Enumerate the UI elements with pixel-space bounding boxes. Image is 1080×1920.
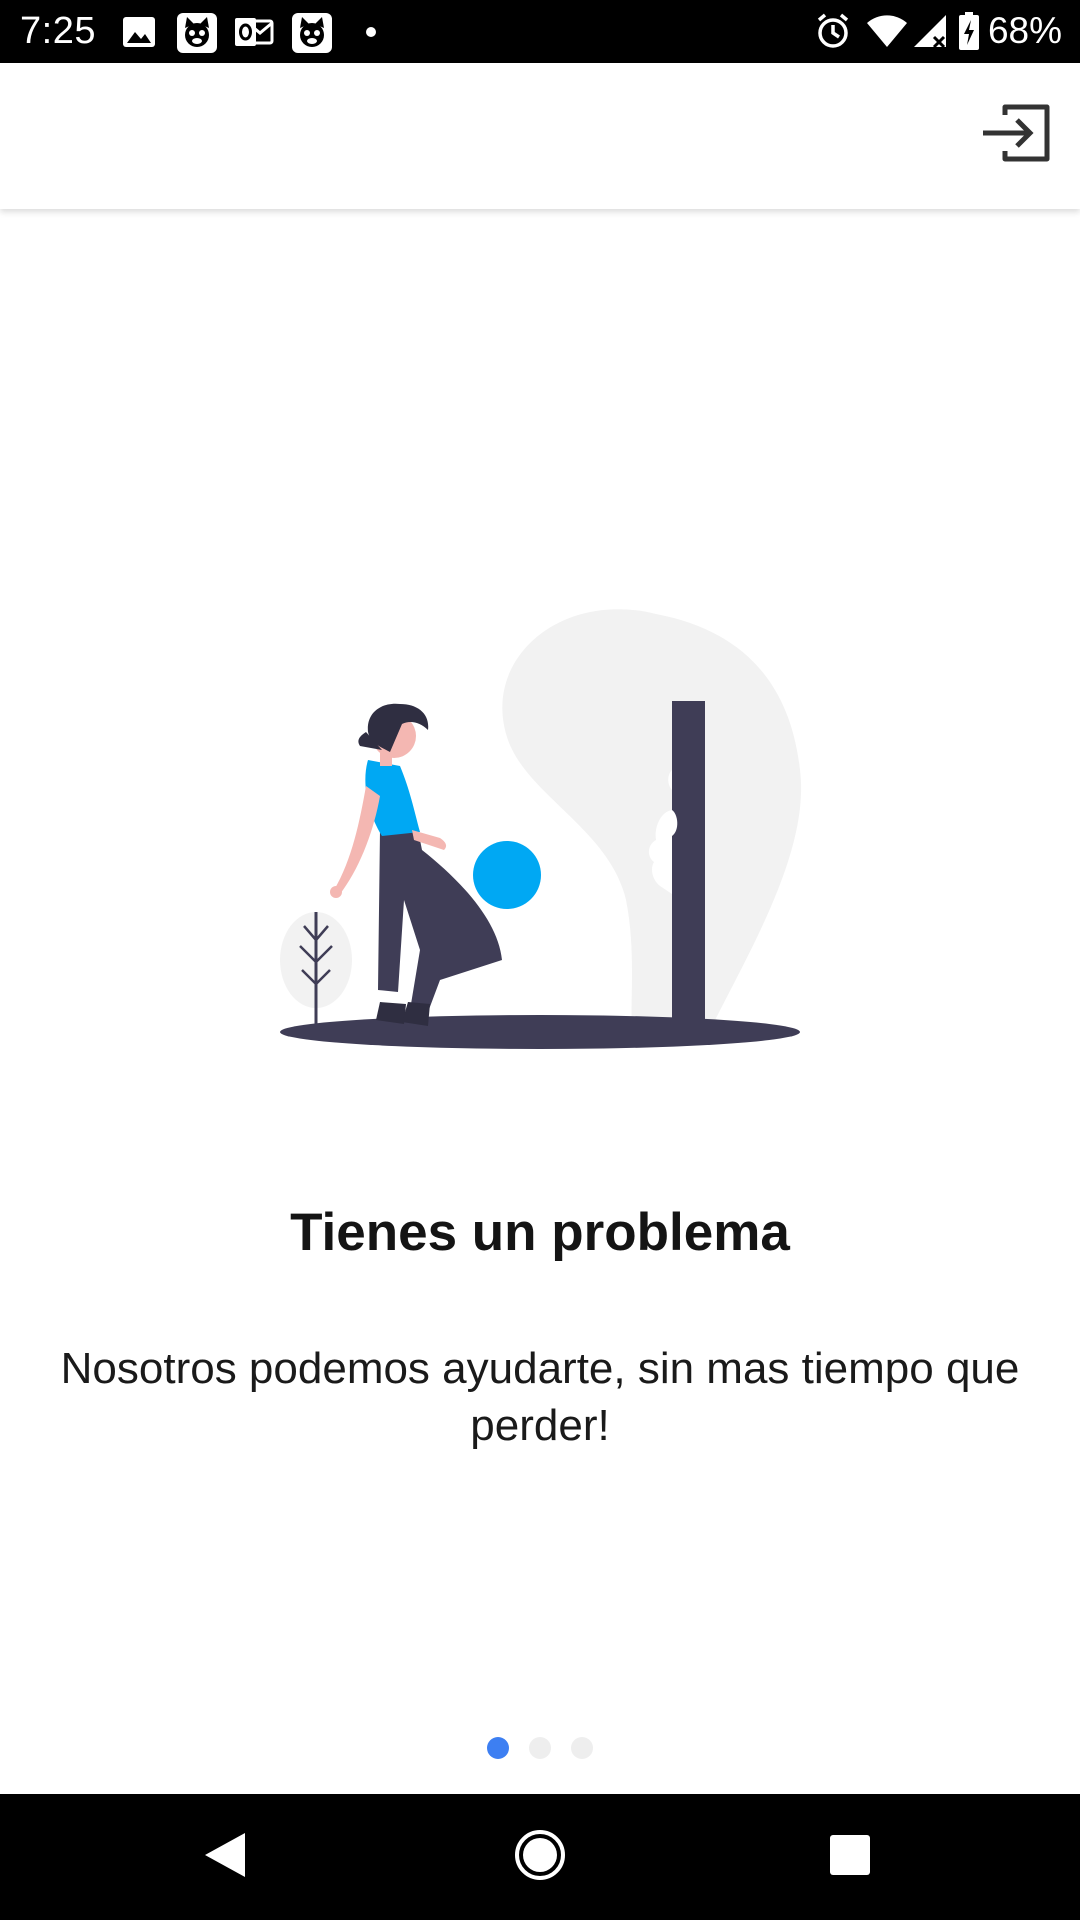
system-status-icons: 68% (814, 8, 1062, 54)
outlook-icon (234, 12, 274, 52)
onboarding-illustration (270, 600, 810, 1060)
home-button[interactable] (470, 1794, 610, 1920)
back-button[interactable] (155, 1794, 295, 1920)
login-button[interactable] (972, 93, 1062, 177)
recents-button[interactable] (780, 1794, 920, 1920)
image-icon (122, 12, 156, 52)
alarm-icon (814, 11, 852, 51)
status-bar: 7:25 68% (0, 0, 1080, 63)
battery-percent: 68% (987, 10, 1062, 51)
battery-charging-icon (958, 11, 980, 51)
cat-app-icon (291, 12, 333, 53)
slide-description: Nosotros podemos ayudarte, sin mas tiemp… (60, 1344, 1020, 1450)
background-blob (502, 609, 802, 1030)
recents-icon (829, 1834, 871, 1881)
cellular-signal-icon (912, 13, 948, 49)
status-time: 7:25 (20, 10, 96, 52)
slide-title: Tienes un problema (290, 1203, 790, 1262)
cat-app-icon (176, 12, 218, 53)
more-dot-icon (364, 12, 378, 52)
back-icon (203, 1831, 247, 1884)
page-dot-2[interactable] (529, 1737, 551, 1759)
page-dot-3[interactable] (571, 1737, 593, 1759)
door-pole (672, 701, 705, 1031)
app-bar (0, 63, 1080, 209)
login-icon (981, 103, 1053, 168)
onboarding-screen: 7:25 68% Tienes un problema Nosotros pod… (0, 0, 1080, 1920)
page-dot-1[interactable] (487, 1737, 509, 1759)
ground-shadow (280, 1015, 800, 1049)
home-icon (514, 1829, 566, 1886)
page-indicator (0, 1737, 1080, 1759)
ball (473, 841, 541, 909)
wifi-icon (866, 13, 908, 49)
system-nav-bar (0, 1794, 1080, 1920)
